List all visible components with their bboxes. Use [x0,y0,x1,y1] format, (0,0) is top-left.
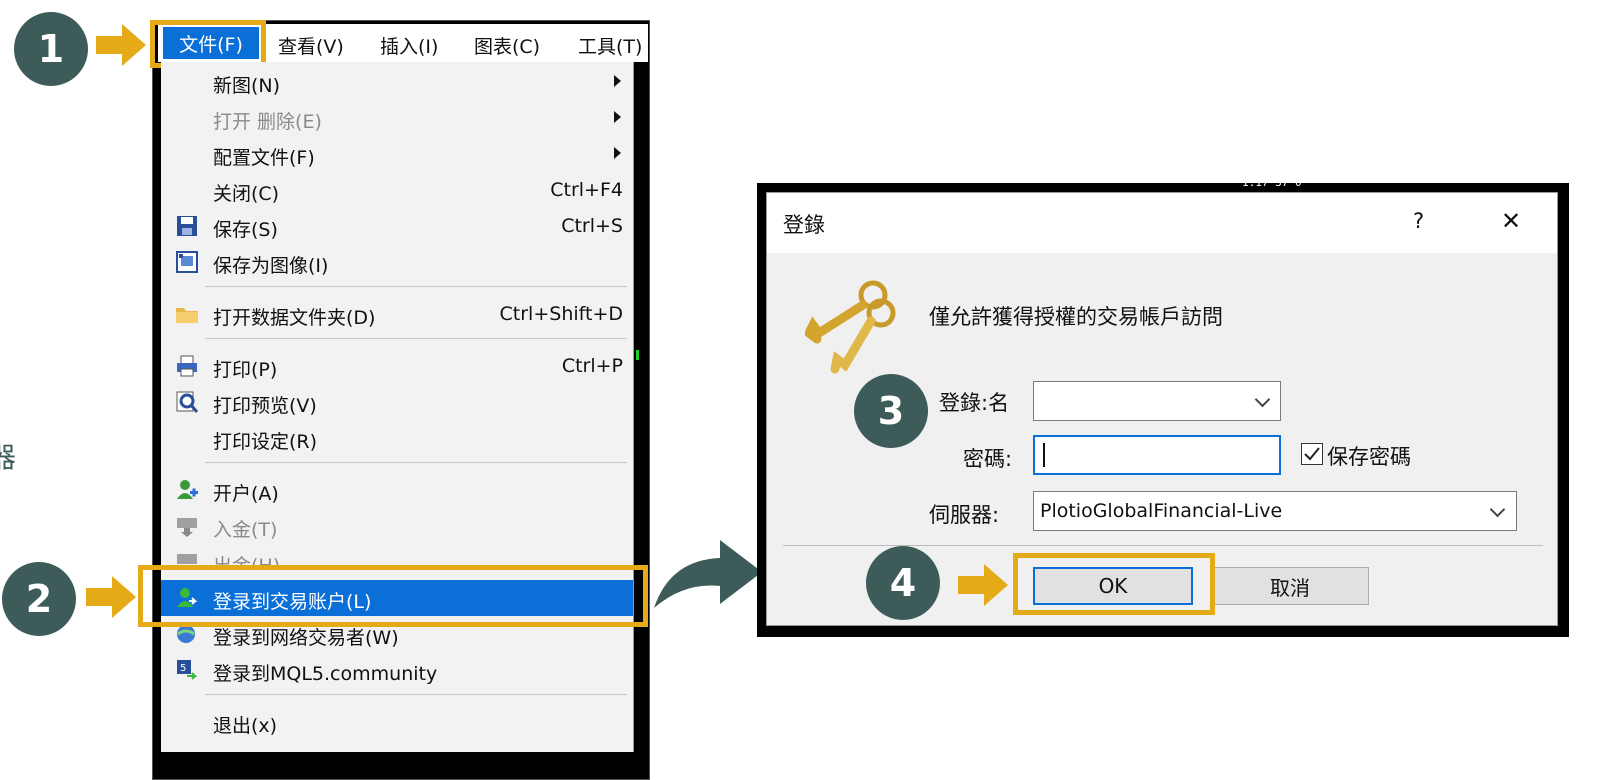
step-2-arrow-icon [86,576,136,618]
deposit-icon [177,518,197,537]
cancel-button[interactable]: 取消 [1211,567,1369,605]
menu-item-deposit[interactable]: 入金(T) [161,508,633,544]
menu-item-login-mql5[interactable]: 5 登录到MQL5.community [161,652,633,688]
menu-view[interactable]: 查看(V) [278,32,344,59]
dialog-title: 登錄 [783,213,825,237]
menu-item-print-setup[interactable]: 打印设定(R) [161,420,633,456]
printer-icon [177,355,197,377]
step-badge-1: 1 [14,12,88,86]
file-dropdown-menu: 新图(N) 打开 删除(E) 配置文件(F) 关闭(C) Ctrl+F4 保存(S… [161,62,634,752]
open-account-icon [177,480,198,499]
menu-item-print-preview[interactable]: 打印预览(V) [161,384,633,420]
menu-item-exit[interactable]: 退出(x) [161,704,633,740]
menu-item-save-as-picture[interactable]: 保存为图像(I) [161,244,633,280]
curved-arrow-icon [654,540,762,608]
save-password-label: 保存密碼 [1327,445,1411,469]
save-password-checkbox[interactable] [1301,443,1323,465]
menu-item-close[interactable]: 关闭(C) Ctrl+F4 [161,172,633,208]
menu-item-save[interactable]: 保存(S) Ctrl+S [161,208,633,244]
checkmark-icon [1304,447,1320,461]
menu-item-profiles[interactable]: 配置文件(F) [161,136,633,172]
server-value: PlotioGlobalFinancial-Live [1040,500,1283,522]
menu-item-withdraw[interactable]: 出金(H) [161,544,633,566]
server-combobox[interactable]: PlotioGlobalFinancial-Live [1033,491,1517,531]
menu-insert[interactable]: 插入(I) [380,32,438,59]
menu-item-open-deleted[interactable]: 打开 删除(E) [161,100,633,136]
help-button[interactable]: ? [1413,209,1424,233]
dialog-titlebar: 登錄 ? ✕ [767,193,1557,253]
step-badge-2: 2 [2,562,76,636]
password-label: 密碼: [963,447,1013,471]
save-image-icon [176,251,198,273]
keys-icon [805,280,896,374]
close-button[interactable]: ✕ [1501,207,1521,235]
step-2-highlight [138,565,648,627]
menu-item-new-chart[interactable]: 新图(N) [161,64,633,100]
password-field[interactable] [1033,435,1281,475]
server-label: 伺服器: [929,503,1000,527]
step-badge-3: 3 [854,374,928,448]
dialog-message: 僅允許獲得授權的交易帳戶訪問 [929,305,1223,329]
side-text: 器 [0,441,17,474]
svg-text:5: 5 [180,663,186,674]
step-1-highlight [150,20,266,68]
menu-item-open-data-folder[interactable]: 打开数据文件夹(D) Ctrl+Shift+D [161,296,633,332]
save-icon [177,216,197,236]
text-cursor [1043,443,1045,467]
login-label: 登錄:名 [939,391,1010,415]
chart-numbers: 1.17 37 0 [1242,176,1302,189]
withdraw-icon [177,554,197,564]
print-preview-icon [176,391,199,413]
step-1-arrow-icon [96,24,146,66]
submenu-arrow-icon [614,75,621,87]
chevron-down-icon [1254,391,1271,408]
step-4-arrow-icon [958,564,1008,606]
submenu-arrow-icon [614,147,621,159]
step-badge-4: 4 [866,546,940,620]
login-combobox[interactable] [1033,381,1281,421]
folder-icon [176,308,198,323]
menu-charts[interactable]: 图表(C) [474,32,540,59]
menu-item-print[interactable]: 打印(P) Ctrl+P [161,348,633,384]
menu-tools[interactable]: 工具(T) [578,32,642,59]
menu-item-open-account[interactable]: 开户(A) [161,472,633,508]
mql5-icon: 5 [177,660,198,680]
step-4-highlight [1013,553,1215,615]
submenu-arrow-icon [614,111,621,123]
chevron-down-icon [1489,501,1506,518]
